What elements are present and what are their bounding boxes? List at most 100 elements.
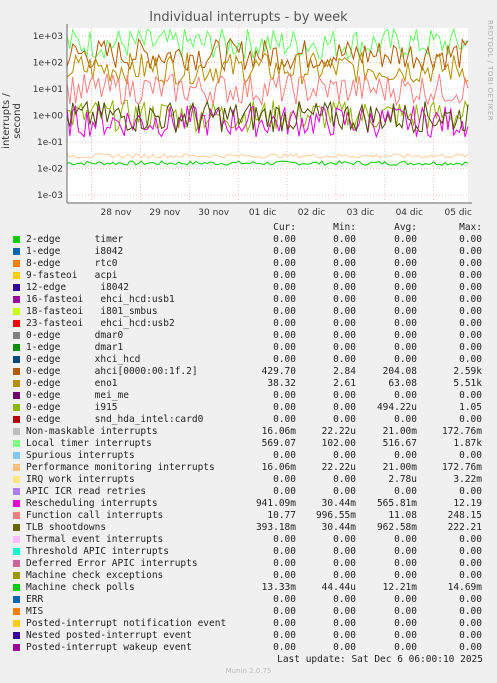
legend-row: 0-edge ahci[0000:00:1f.2] 429.70 2.84 204.0… bbox=[0, 366, 497, 378]
legend-row: Posted-interrupt wakeup event 0.00 0.00 0.0… bbox=[0, 642, 497, 654]
legend-avg: 0.00 bbox=[394, 630, 417, 641]
legend-label: 8-edge rtc0 bbox=[26, 258, 118, 269]
legend-swatch bbox=[13, 404, 20, 411]
legend-header-cur: Cur: bbox=[273, 222, 296, 233]
legend-avg: 0.00 bbox=[394, 270, 417, 281]
legend-row: Posted-interrupt notification event 0.00 0… bbox=[0, 618, 497, 630]
legend-cur: 0.00 bbox=[273, 246, 296, 257]
legend-label: 0-edge i915 bbox=[26, 402, 118, 413]
legend-cur: 0.00 bbox=[273, 570, 296, 581]
legend-label: 23-fasteoi ehci_hcd:usb2 bbox=[26, 318, 175, 329]
legend-avg: 0.00 bbox=[394, 282, 417, 293]
legend-min: 30.44m bbox=[321, 522, 356, 533]
legend-max: 0.00 bbox=[459, 270, 482, 281]
legend-avg: 494.22u bbox=[376, 402, 417, 413]
legend-cur: 0.00 bbox=[273, 642, 296, 653]
legend-row: Non-maskable interrupts 16.06m 22.22u 21.00… bbox=[0, 426, 497, 438]
legend-swatch bbox=[13, 416, 20, 423]
y-tick-label: 1e-01 bbox=[37, 138, 63, 148]
legend-cur: 0.00 bbox=[273, 402, 296, 413]
legend-cur: 0.00 bbox=[273, 282, 296, 293]
legend-swatch bbox=[13, 476, 20, 483]
legend-max: 0.00 bbox=[459, 342, 482, 353]
legend-header-max: Max: bbox=[459, 222, 482, 233]
legend-swatch bbox=[13, 284, 20, 291]
legend-min: 0.00 bbox=[333, 546, 356, 557]
x-tick-label: 04 dic bbox=[396, 208, 424, 218]
legend-avg: 0.00 bbox=[394, 606, 417, 617]
legend-row: 23-fasteoi ehci_hcd:usb2 0.00 0.00 0.00 0.00 bbox=[0, 318, 497, 330]
legend-row: Rescheduling interrupts 941.09m 30.44m 565.… bbox=[0, 498, 497, 510]
legend-label: Rescheduling interrupts bbox=[26, 498, 158, 509]
legend-swatch bbox=[13, 620, 20, 627]
legend-min: 0.00 bbox=[333, 570, 356, 581]
x-tick-label: 29 nov bbox=[149, 208, 181, 218]
x-tick-label: 28 nov bbox=[100, 208, 132, 218]
legend-avg: 0.00 bbox=[394, 246, 417, 257]
y-tick-label: 1e+01 bbox=[33, 85, 63, 95]
x-tick-label: 03 dic bbox=[347, 208, 375, 218]
legend-min: 0.00 bbox=[333, 294, 356, 305]
legend-cur: 0.00 bbox=[273, 486, 296, 497]
chart-plot: 1e+03 1e+02 1e+01 1e+00 1e-01 1e-02 1e-03 28 no… bbox=[33, 24, 472, 218]
legend-avg: 11.08 bbox=[388, 510, 417, 521]
legend-label: 0-edge dmar0 bbox=[26, 330, 124, 341]
munin-version: Munin 2.0.75 bbox=[225, 667, 272, 675]
legend-min: 0.00 bbox=[333, 318, 356, 329]
legend-cur: 0.00 bbox=[273, 354, 296, 365]
legend-avg: 962.58m bbox=[376, 522, 417, 533]
legend-cur: 393.18m bbox=[255, 522, 296, 533]
legend-swatch bbox=[13, 632, 20, 639]
legend-swatch bbox=[13, 368, 20, 375]
x-tick-label: 01 dic bbox=[249, 208, 277, 218]
legend-label: APIC ICR read retries bbox=[26, 486, 147, 497]
legend-max: 3.22m bbox=[453, 474, 482, 485]
legend-max: 0.00 bbox=[459, 234, 482, 245]
legend-row: 0-edge i915 0.00 0.00 494.22u 1.05 bbox=[0, 402, 497, 414]
legend-label: Non-maskable interrupts bbox=[26, 426, 158, 437]
legend-avg: 0.00 bbox=[394, 330, 417, 341]
legend-min: 0.00 bbox=[333, 606, 356, 617]
legend-row: 16-fasteoi ehci_hcd:usb1 0.00 0.00 0.00 0.00 bbox=[0, 294, 497, 306]
legend-label: Local timer interrupts bbox=[26, 438, 152, 449]
legend-cur: 0.00 bbox=[273, 342, 296, 353]
legend-label: Deferred Error APIC interrupts bbox=[26, 558, 198, 569]
legend-min: 0.00 bbox=[333, 534, 356, 545]
legend-max: 0.00 bbox=[459, 594, 482, 605]
legend-cur: 38.32 bbox=[267, 378, 296, 389]
legend-cur: 0.00 bbox=[273, 330, 296, 341]
legend-row: 9-fasteoi acpi 0.00 0.00 0.00 0.00 bbox=[0, 270, 497, 282]
legend-label: Spurious interrupts bbox=[26, 450, 135, 461]
legend-max: 248.15 bbox=[447, 510, 482, 521]
y-tick-label: 1e+00 bbox=[33, 112, 64, 122]
legend-cur: 0.00 bbox=[273, 390, 296, 401]
legend-row: Function call interrupts 10.77 996.55m 11.0… bbox=[0, 510, 497, 522]
legend-row: 12-edge i8042 0.00 0.00 0.00 0.00 bbox=[0, 282, 497, 294]
legend-cur: 0.00 bbox=[273, 258, 296, 269]
legend-min: 0.00 bbox=[333, 630, 356, 641]
legend-row: IRQ work interrupts 0.00 0.00 2.78u 3.22m bbox=[0, 474, 497, 486]
legend-label: 1-edge i8042 bbox=[26, 246, 124, 257]
legend-label: 1-edge dmar1 bbox=[26, 342, 124, 353]
legend-max: 0.00 bbox=[459, 330, 482, 341]
legend-avg: 0.00 bbox=[394, 618, 417, 629]
legend-swatch bbox=[13, 644, 20, 651]
legend-max: 172.76m bbox=[441, 462, 482, 473]
legend-min: 0.00 bbox=[333, 246, 356, 257]
legend-avg: 21.00m bbox=[382, 462, 417, 473]
legend-cur: 13.33m bbox=[261, 582, 296, 593]
legend-min: 22.22u bbox=[321, 426, 356, 437]
legend-label: Machine check exceptions bbox=[26, 570, 164, 581]
legend-avg: 0.00 bbox=[394, 534, 417, 545]
legend-label: 0-edge snd_hda_intel:card0 bbox=[26, 414, 204, 425]
legend-min: 0.00 bbox=[333, 474, 356, 485]
legend-max: 0.00 bbox=[459, 546, 482, 557]
legend-label: 0-edge mei_me bbox=[26, 390, 129, 401]
legend-label: 12-edge i8042 bbox=[26, 282, 129, 293]
legend-swatch bbox=[13, 296, 20, 303]
legend-avg: 0.00 bbox=[394, 294, 417, 305]
legend-min: 0.00 bbox=[333, 414, 356, 425]
legend-cur: 0.00 bbox=[273, 294, 296, 305]
legend-avg: 63.08 bbox=[388, 378, 417, 389]
legend-max: 0.00 bbox=[459, 642, 482, 653]
